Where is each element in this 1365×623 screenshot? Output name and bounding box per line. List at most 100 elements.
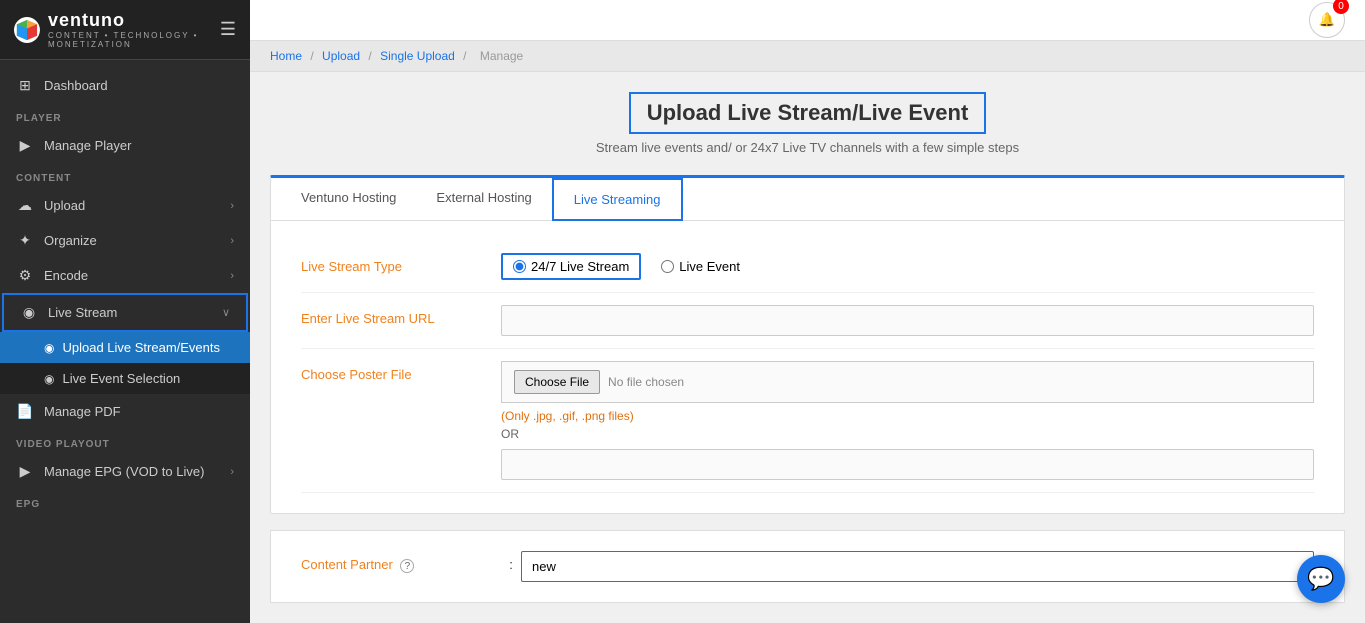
sidebar-label-manage-pdf: Manage PDF: [44, 404, 234, 419]
epg-icon: ▶: [16, 463, 34, 480]
chat-icon: 💬: [1307, 566, 1334, 592]
encode-icon: ⚙: [16, 267, 34, 284]
page-header: Upload Live Stream/Live Event Stream liv…: [270, 92, 1345, 155]
sidebar-logo: ventuno CONTENT • TECHNOLOGY • MONETIZAT…: [0, 0, 250, 60]
bell-icon: 🔔: [1319, 12, 1336, 28]
form-colon: :: [501, 551, 521, 572]
stream-type-label: Live Stream Type: [301, 253, 501, 274]
ventuno-logo-icon: [14, 12, 40, 48]
live-stream-submenu: ◉ Upload Live Stream/Events ◉ Live Event…: [0, 332, 250, 394]
content-partner-label: Content Partner ?: [301, 551, 501, 573]
tab-live-streaming-label: Live Streaming: [574, 192, 661, 207]
radio-247-live-stream[interactable]: 24/7 Live Stream: [501, 253, 641, 280]
content-partner-input[interactable]: [521, 551, 1314, 582]
breadcrumb-home[interactable]: Home: [270, 49, 302, 63]
form-body: Live Stream Type 24/7 Live Stream Live E…: [271, 221, 1344, 513]
content-partner-help-icon[interactable]: ?: [400, 559, 414, 573]
sidebar-subitem-live-event-selection[interactable]: ◉ Live Event Selection: [0, 363, 250, 394]
upload-live-icon: ◉: [44, 341, 54, 355]
radio-live-event[interactable]: Live Event: [661, 259, 740, 274]
dashboard-icon: ⊞: [16, 77, 34, 94]
radio-live-event-label: Live Event: [679, 259, 740, 274]
poster-url-input[interactable]: [501, 449, 1314, 480]
sidebar-item-manage-player[interactable]: ▶ Manage Player: [0, 128, 250, 163]
hamburger-icon[interactable]: ☰: [220, 19, 236, 40]
tab-bar: Ventuno Hosting External Hosting Live St…: [271, 178, 1344, 221]
choose-file-button[interactable]: Choose File: [514, 370, 600, 394]
sidebar-label-live-stream: Live Stream: [48, 305, 222, 320]
breadcrumb-upload[interactable]: Upload: [322, 49, 360, 63]
breadcrumb: Home / Upload / Single Upload / Manage: [250, 41, 1365, 72]
form-row-stream-url: Enter Live Stream URL: [301, 293, 1314, 349]
sidebar-label-dashboard: Dashboard: [44, 78, 234, 93]
notification-badge: 0: [1333, 0, 1349, 14]
tab-ventuno-hosting[interactable]: Ventuno Hosting: [281, 178, 416, 220]
section-label-video-playout: VIDEO PLAYOUT: [0, 429, 250, 454]
live-stream-icon: ◉: [20, 304, 38, 321]
radio-live-event-input[interactable]: [661, 260, 674, 273]
breadcrumb-sep3: /: [463, 49, 466, 63]
encode-chevron: ›: [230, 270, 234, 282]
tab-external-hosting[interactable]: External Hosting: [416, 178, 551, 220]
section-label-player: PLAYER: [0, 103, 250, 128]
sidebar-item-live-stream[interactable]: ◉ Live Stream ∨: [2, 293, 248, 332]
tab-ventuno-hosting-label: Ventuno Hosting: [301, 190, 396, 205]
form-row-content-partner: Content Partner ? :: [301, 547, 1314, 586]
organize-icon: ✦: [16, 232, 34, 249]
page-title: Upload Live Stream/Live Event: [629, 92, 987, 134]
poster-field: Choose File No file chosen (Only .jpg, .…: [501, 361, 1314, 480]
play-icon: ▶: [16, 137, 34, 154]
tab-live-streaming[interactable]: Live Streaming: [552, 178, 683, 221]
form-row-stream-type: Live Stream Type 24/7 Live Stream Live E…: [301, 241, 1314, 293]
sidebar-item-organize[interactable]: ✦ Organize ›: [0, 223, 250, 258]
no-file-label: No file chosen: [608, 375, 684, 389]
breadcrumb-single-upload[interactable]: Single Upload: [380, 49, 455, 63]
live-event-icon: ◉: [44, 372, 54, 386]
main-content: 🔔 0 Home / Upload / Single Upload / Mana…: [250, 0, 1365, 623]
content-partner-field: [521, 551, 1314, 582]
stream-url-label: Enter Live Stream URL: [301, 305, 501, 326]
epg-chevron: ›: [230, 466, 234, 478]
sidebar-label-organize: Organize: [44, 233, 230, 248]
section-label-content: CONTENT: [0, 163, 250, 188]
section-label-epg: EPG: [0, 489, 250, 514]
sidebar-label-upload: Upload: [44, 198, 230, 213]
sidebar-sublabel-live-event-selection: Live Event Selection: [62, 371, 180, 386]
breadcrumb-sep2: /: [368, 49, 371, 63]
sidebar: ventuno CONTENT • TECHNOLOGY • MONETIZAT…: [0, 0, 250, 623]
breadcrumb-manage: Manage: [480, 49, 523, 63]
logo-text: ventuno: [48, 10, 125, 30]
page-content-area: Upload Live Stream/Live Event Stream liv…: [250, 72, 1365, 623]
breadcrumb-sep1: /: [310, 49, 313, 63]
sidebar-subitem-upload-live-stream[interactable]: ◉ Upload Live Stream/Events: [0, 332, 250, 363]
sidebar-item-manage-epg[interactable]: ▶ Manage EPG (VOD to Live) ›: [0, 454, 250, 489]
file-chooser-area: Choose File No file chosen: [501, 361, 1314, 403]
chat-widget[interactable]: 💬: [1297, 555, 1345, 603]
sidebar-item-dashboard[interactable]: ⊞ Dashboard: [0, 68, 250, 103]
or-label: OR: [501, 427, 1314, 441]
notification-button[interactable]: 🔔 0: [1309, 2, 1345, 38]
logo-text-group: ventuno CONTENT • TECHNOLOGY • MONETIZAT…: [48, 10, 220, 49]
main-card: Ventuno Hosting External Hosting Live St…: [270, 175, 1345, 514]
stream-type-radio-group: 24/7 Live Stream Live Event: [501, 253, 1314, 280]
sidebar-sublabel-upload-live-stream: Upload Live Stream/Events: [62, 340, 220, 355]
page-subtitle: Stream live events and/ or 24x7 Live TV …: [270, 140, 1345, 155]
stream-url-input[interactable]: [501, 305, 1314, 336]
sidebar-item-manage-pdf[interactable]: 📄 Manage PDF: [0, 394, 250, 429]
sidebar-item-encode[interactable]: ⚙ Encode ›: [0, 258, 250, 293]
radio-247-label: 24/7 Live Stream: [531, 259, 629, 274]
upload-chevron: ›: [230, 200, 234, 212]
topbar: 🔔 0: [250, 0, 1365, 41]
live-stream-chevron: ∨: [222, 306, 230, 319]
pdf-icon: 📄: [16, 403, 34, 420]
radio-247-input[interactable]: [513, 260, 526, 273]
tab-external-hosting-label: External Hosting: [436, 190, 531, 205]
sidebar-label-encode: Encode: [44, 268, 230, 283]
content-partner-text: Content Partner: [301, 557, 393, 572]
sidebar-item-upload[interactable]: ☁ Upload ›: [0, 188, 250, 223]
sidebar-label-manage-player: Manage Player: [44, 138, 234, 153]
upload-icon: ☁: [16, 197, 34, 214]
poster-label: Choose Poster File: [301, 361, 501, 382]
content-partner-card: Content Partner ? :: [270, 530, 1345, 603]
sidebar-label-manage-epg: Manage EPG (VOD to Live): [44, 464, 230, 479]
